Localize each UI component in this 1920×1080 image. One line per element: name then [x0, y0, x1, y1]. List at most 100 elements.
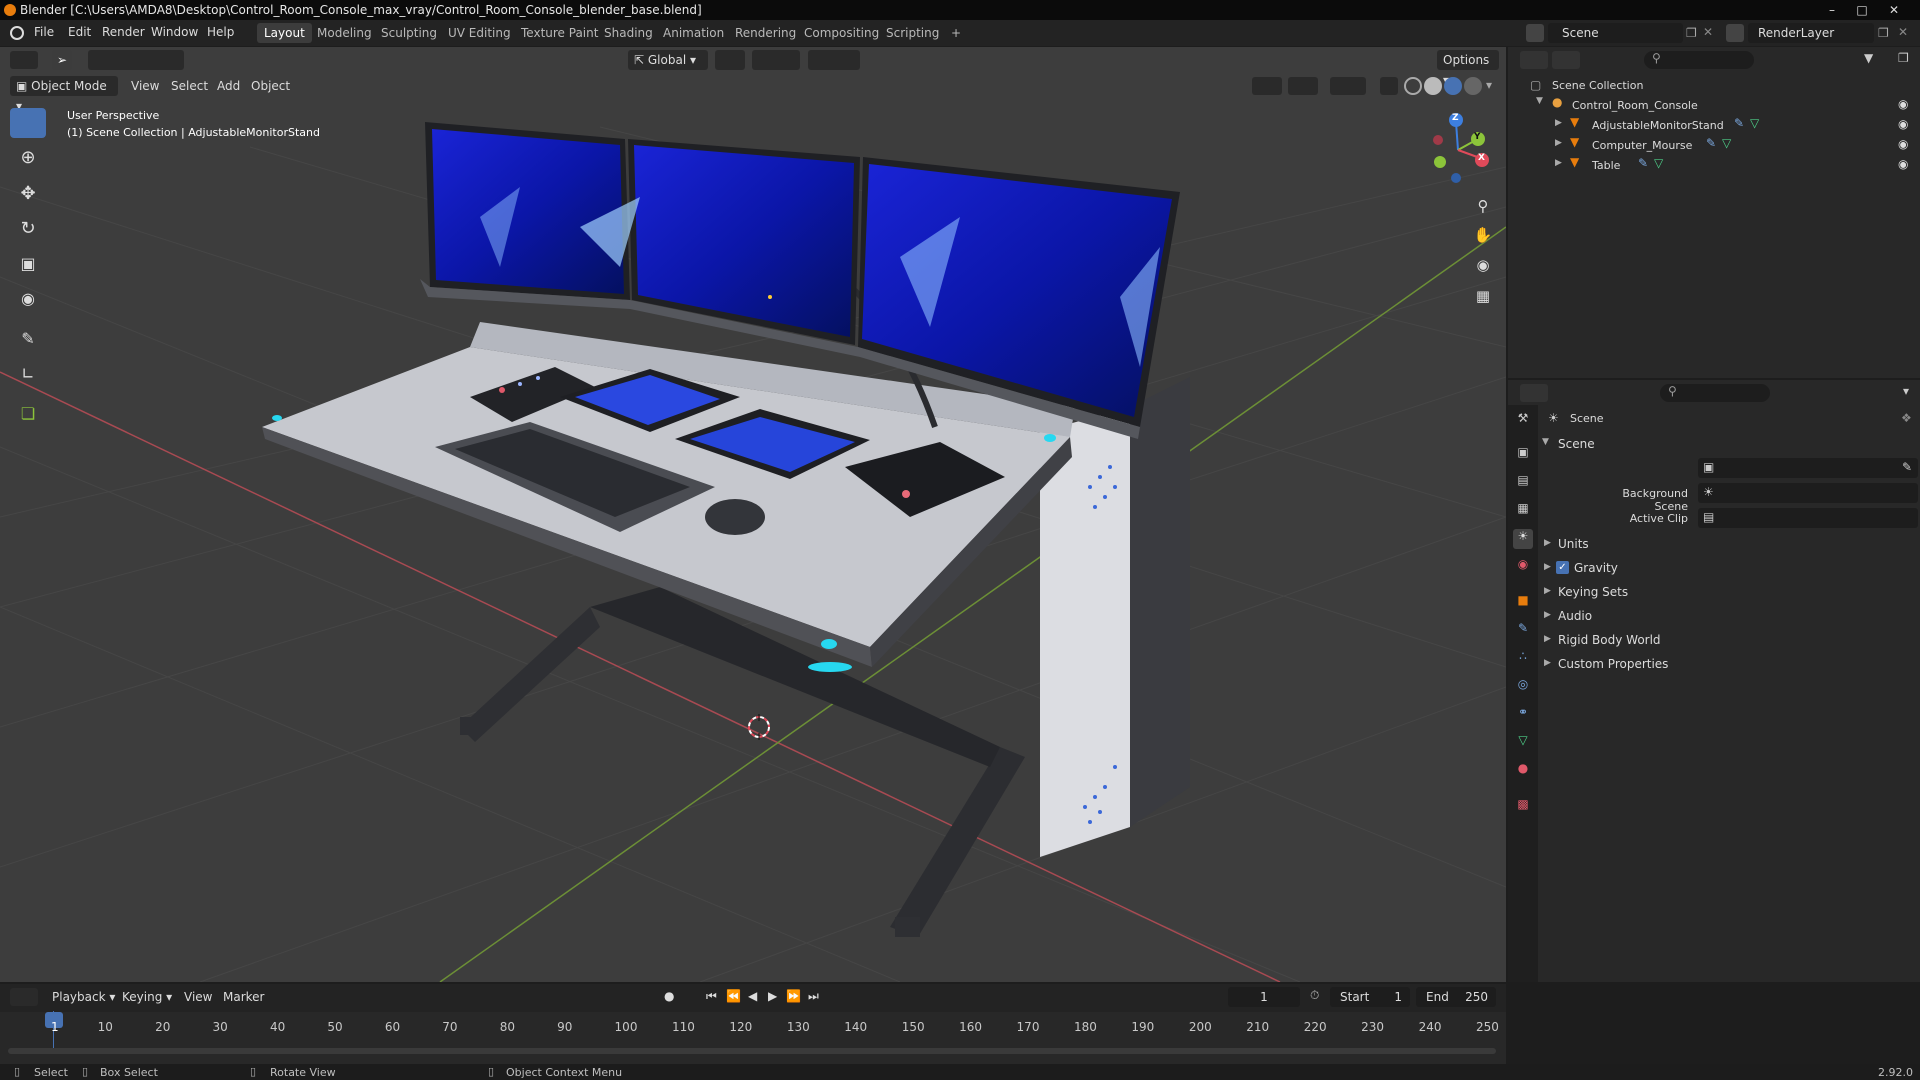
- timeline-menu-view[interactable]: View: [184, 990, 212, 1004]
- 3d-viewport[interactable]: [0, 47, 1506, 982]
- view-layer-field[interactable]: RenderLayer: [1748, 23, 1874, 43]
- keying-sets-section[interactable]: Keying Sets: [1558, 585, 1628, 599]
- timeline-scrollbar[interactable]: [8, 1048, 1496, 1054]
- object-mode-dropdown[interactable]: ▣ Object Mode ▾: [10, 76, 118, 113]
- object-0-visibility-icon[interactable]: ◉: [1898, 117, 1908, 131]
- wireframe-shading-icon[interactable]: [1404, 77, 1422, 95]
- record-icon[interactable]: ●: [664, 989, 674, 1003]
- object-1-visibility-icon[interactable]: ◉: [1898, 137, 1908, 151]
- texture-tab-icon[interactable]: ▩: [1513, 797, 1533, 817]
- solid-shading-icon[interactable]: [1424, 77, 1442, 95]
- tab-shading[interactable]: Shading: [597, 23, 660, 43]
- expand-object-1-icon[interactable]: ▶: [1555, 138, 1562, 148]
- minimize-button[interactable]: –: [1818, 0, 1846, 20]
- play-icon[interactable]: ▶: [768, 989, 777, 1003]
- outliner-item-computer-mourse[interactable]: Computer_Mourse: [1592, 139, 1692, 152]
- keying-sets-expand-icon[interactable]: ▶: [1544, 586, 1551, 596]
- delete-layer-icon[interactable]: ✕: [1898, 25, 1908, 39]
- tab-compositing[interactable]: Compositing: [797, 23, 886, 43]
- rigid-body-expand-icon[interactable]: ▶: [1544, 634, 1551, 644]
- viewport-menu-view[interactable]: View: [131, 79, 159, 93]
- close-button[interactable]: ✕: [1880, 0, 1908, 20]
- audio-section[interactable]: Audio: [1558, 609, 1592, 623]
- tab-layout[interactable]: Layout: [257, 23, 312, 43]
- view-layer-tab-icon[interactable]: ▦: [1513, 501, 1533, 521]
- gravity-section[interactable]: Gravity: [1574, 561, 1618, 575]
- transform-tool-icon[interactable]: ◉: [10, 284, 46, 314]
- blender-menu-icon[interactable]: [10, 26, 24, 40]
- overlays-icon[interactable]: [1330, 77, 1366, 95]
- expand-object-0-icon[interactable]: ▶: [1555, 118, 1562, 128]
- new-scene-icon[interactable]: ❐: [1686, 26, 1697, 40]
- new-layer-icon[interactable]: ❐: [1878, 26, 1889, 40]
- timeline-menu-keying[interactable]: Keying ▾: [122, 990, 172, 1004]
- jump-keyframe-back-icon[interactable]: ⏪: [726, 989, 741, 1003]
- viewport-menu-object[interactable]: Object: [251, 79, 290, 93]
- select-mode-buttons[interactable]: [88, 50, 184, 70]
- current-frame-field[interactable]: 1: [1228, 987, 1300, 1007]
- units-expand-icon[interactable]: ▶: [1544, 538, 1551, 548]
- particles-tab-icon[interactable]: ∴: [1513, 649, 1533, 669]
- background-scene-field[interactable]: ☀: [1698, 483, 1918, 503]
- jump-end-icon[interactable]: ⏭: [808, 989, 819, 1004]
- menu-render[interactable]: Render: [102, 25, 145, 39]
- view-layer-icon[interactable]: [1726, 24, 1744, 42]
- snap-icon[interactable]: [752, 50, 800, 70]
- scene-name-field[interactable]: Scene: [1548, 23, 1683, 43]
- camera-field[interactable]: ▣: [1698, 458, 1918, 478]
- tool-tab-icon[interactable]: ⚒: [1513, 411, 1533, 431]
- scene-tab-icon[interactable]: ☀: [1513, 529, 1533, 549]
- object-tab-icon[interactable]: ■: [1513, 593, 1533, 613]
- gravity-checkbox[interactable]: ✓: [1556, 561, 1569, 574]
- viewport-menu-add[interactable]: Add: [217, 79, 240, 93]
- timeline-menu-playback[interactable]: Playback ▾: [52, 990, 115, 1004]
- navigation-gizmo[interactable]: Z Y X: [1418, 110, 1506, 190]
- units-section[interactable]: Units: [1558, 537, 1589, 551]
- constraints-tab-icon[interactable]: ⚭: [1513, 705, 1533, 725]
- audio-expand-icon[interactable]: ▶: [1544, 610, 1551, 620]
- object-2-visibility-icon[interactable]: ◉: [1898, 157, 1908, 171]
- proportional-edit-icon[interactable]: [808, 50, 860, 70]
- panel-expand-icon[interactable]: ▼: [1542, 437, 1549, 447]
- transform-orientation-dropdown[interactable]: ⇱ Global ▾: [628, 50, 708, 70]
- custom-properties-section[interactable]: Custom Properties: [1558, 657, 1668, 671]
- modifiers-tab-icon[interactable]: ✎: [1513, 621, 1533, 641]
- active-clip-field[interactable]: ▤: [1698, 508, 1918, 528]
- collection-expand-icon[interactable]: ▼: [1536, 96, 1543, 106]
- outliner-editor-type-icon[interactable]: [1520, 51, 1548, 69]
- custom-props-expand-icon[interactable]: ▶: [1544, 658, 1551, 668]
- tab-texture-paint[interactable]: Texture Paint: [514, 23, 605, 43]
- render-tab-icon[interactable]: ▣: [1513, 445, 1533, 465]
- visibility-icon[interactable]: [1252, 77, 1282, 95]
- preview-range-icon[interactable]: ⏱: [1310, 988, 1319, 1003]
- annotate-tool-icon[interactable]: ✎: [10, 324, 46, 354]
- tab-rendering[interactable]: Rendering: [728, 23, 803, 43]
- rotate-tool-icon[interactable]: ↻: [10, 214, 46, 244]
- select-tool-icon[interactable]: ➢: [52, 50, 72, 70]
- physics-tab-icon[interactable]: ◎: [1513, 677, 1533, 697]
- add-cube-tool-icon[interactable]: ❏: [10, 399, 46, 429]
- material-shading-icon[interactable]: [1444, 77, 1462, 95]
- scene-panel-title[interactable]: Scene: [1558, 437, 1595, 451]
- camera-view-icon[interactable]: ◉: [1470, 252, 1496, 278]
- gizmo-toggle-icon[interactable]: [1288, 77, 1318, 95]
- tab-sculpting[interactable]: Sculpting: [374, 23, 444, 43]
- collection-label[interactable]: Control_Room_Console: [1572, 99, 1698, 112]
- scene-type-icon[interactable]: [1526, 24, 1544, 42]
- menu-file[interactable]: File: [34, 25, 54, 39]
- world-tab-icon[interactable]: ◉: [1513, 557, 1533, 577]
- outliner-item-table[interactable]: Table: [1592, 159, 1620, 172]
- menu-edit[interactable]: Edit: [68, 25, 91, 39]
- expand-object-2-icon[interactable]: ▶: [1555, 158, 1562, 168]
- select-box-tool-icon[interactable]: [10, 108, 46, 138]
- tab-scripting[interactable]: Scripting: [879, 23, 946, 43]
- xray-icon[interactable]: [1380, 77, 1398, 95]
- scene-collection-label[interactable]: Scene Collection: [1552, 79, 1643, 92]
- options-dropdown[interactable]: Options ▾: [1437, 50, 1499, 87]
- properties-options-icon[interactable]: ▾: [1903, 384, 1909, 398]
- timeline-editor-type-icon[interactable]: [10, 988, 38, 1006]
- jump-start-icon[interactable]: ⏮: [706, 989, 717, 1004]
- pin-icon[interactable]: ❖: [1901, 411, 1912, 425]
- timeline-menu-marker[interactable]: Marker: [223, 990, 264, 1004]
- play-reverse-icon[interactable]: ◀: [748, 989, 757, 1003]
